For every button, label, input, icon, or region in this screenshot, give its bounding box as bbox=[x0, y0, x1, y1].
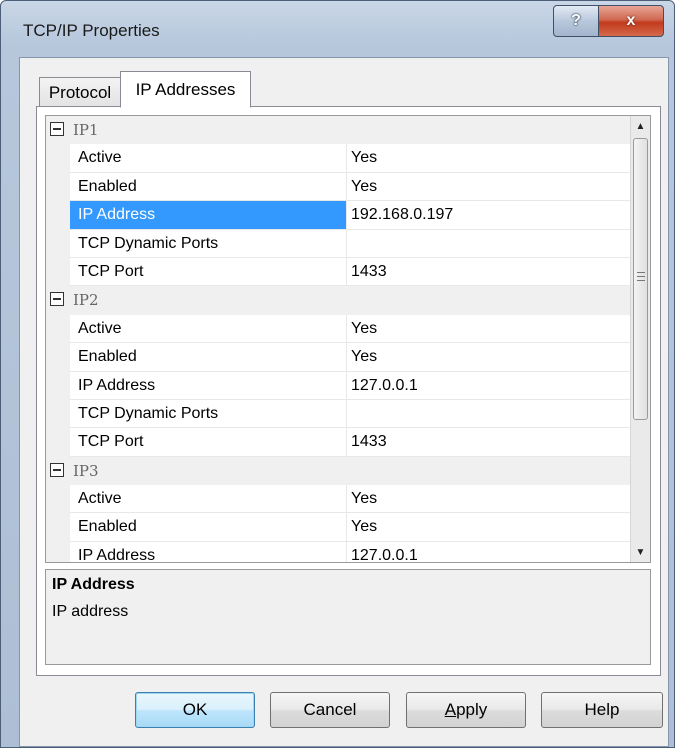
row-gutter bbox=[46, 541, 70, 562]
close-button[interactable]: x bbox=[598, 5, 664, 37]
category-row[interactable]: IP1 bbox=[46, 116, 632, 145]
property-grid: IP1 Active Yes Enabled Yes IP Address 192.168.… bbox=[45, 115, 651, 563]
property-name[interactable]: TCP Port bbox=[70, 428, 346, 457]
collapse-icon[interactable] bbox=[50, 462, 64, 477]
property-name[interactable]: Enabled bbox=[70, 513, 346, 542]
ok-button[interactable]: OK bbox=[135, 692, 255, 728]
property-value[interactable] bbox=[346, 399, 632, 429]
property-name[interactable]: TCP Dynamic Ports bbox=[70, 400, 346, 429]
property-name[interactable]: IP Address bbox=[70, 201, 346, 230]
property-value[interactable]: 127.0.0.1 bbox=[346, 371, 632, 400]
tab-ip-addresses[interactable]: IP Addresses bbox=[120, 71, 251, 108]
scrollbar-thumb[interactable] bbox=[633, 138, 648, 420]
description-text: IP address bbox=[52, 603, 129, 620]
row-gutter bbox=[46, 485, 70, 514]
property-value[interactable]: Yes bbox=[346, 343, 632, 372]
property-row[interactable]: TCP Port 1433 bbox=[46, 257, 632, 287]
property-name[interactable]: Enabled bbox=[70, 173, 346, 202]
row-gutter bbox=[46, 371, 70, 400]
question-mark-icon: ? bbox=[571, 12, 581, 29]
tcpip-properties-dialog: TCP/IP Properties ? x Protocol IP Addres… bbox=[0, 0, 675, 748]
tab-ip-addresses-label: IP Addresses bbox=[135, 79, 236, 99]
property-row[interactable]: Active Yes bbox=[46, 485, 632, 514]
cancel-button[interactable]: Cancel bbox=[270, 692, 390, 728]
vertical-scrollbar[interactable]: ▲ ▼ bbox=[630, 116, 650, 562]
property-name[interactable]: Active bbox=[70, 144, 346, 173]
property-value[interactable]: Yes bbox=[346, 485, 632, 514]
property-value[interactable]: 1433 bbox=[346, 257, 632, 287]
scroll-up-arrow-icon[interactable]: ▲ bbox=[631, 116, 650, 136]
scroll-down-arrow-icon[interactable]: ▼ bbox=[631, 542, 650, 562]
ip-addresses-panel: IP1 Active Yes Enabled Yes IP Address 192.168.… bbox=[36, 106, 661, 676]
property-row[interactable]: TCP Dynamic Ports bbox=[46, 229, 632, 258]
title-bar[interactable]: TCP/IP Properties ? x bbox=[1, 1, 674, 57]
row-gutter bbox=[46, 172, 70, 202]
property-value[interactable]: Yes bbox=[346, 513, 632, 542]
grip-icon bbox=[637, 272, 645, 281]
row-gutter bbox=[46, 229, 70, 258]
category-name: IP2 bbox=[73, 291, 99, 310]
row-gutter bbox=[46, 343, 70, 372]
property-value[interactable]: 1433 bbox=[346, 428, 632, 457]
apply-accelerator: A bbox=[444, 700, 457, 719]
property-value[interactable]: 192.168.0.197 bbox=[346, 201, 632, 230]
tab-protocol[interactable]: Protocol bbox=[39, 77, 121, 107]
description-title: IP Address bbox=[52, 576, 135, 593]
property-value[interactable]: 127.0.0.1 bbox=[346, 541, 632, 562]
row-gutter bbox=[46, 257, 70, 287]
row-gutter bbox=[46, 513, 70, 542]
property-value[interactable]: Yes bbox=[346, 172, 632, 202]
property-name[interactable]: TCP Dynamic Ports bbox=[70, 230, 346, 258]
window-title: TCP/IP Properties bbox=[23, 21, 160, 40]
category-row[interactable]: IP2 bbox=[46, 286, 632, 315]
property-row[interactable]: Enabled Yes bbox=[46, 172, 632, 202]
property-value[interactable]: Yes bbox=[346, 314, 632, 344]
category-row[interactable]: IP3 bbox=[46, 456, 632, 486]
apply-button[interactable]: Apply bbox=[406, 692, 526, 728]
collapse-icon[interactable] bbox=[50, 122, 64, 136]
property-row[interactable]: Active Yes bbox=[46, 314, 632, 344]
property-row[interactable]: Enabled Yes bbox=[46, 513, 632, 542]
description-pane: IP Address IP address bbox=[45, 569, 651, 665]
help-caption-button[interactable]: ? bbox=[553, 5, 599, 37]
close-icon: x bbox=[626, 12, 636, 29]
help-button[interactable]: Help bbox=[541, 692, 663, 728]
apply-label-rest: pply bbox=[456, 700, 488, 719]
property-row[interactable]: IP Address 127.0.0.1 bbox=[46, 541, 632, 562]
property-name[interactable]: Active bbox=[70, 485, 346, 514]
row-gutter bbox=[46, 399, 70, 429]
category-name: IP3 bbox=[73, 461, 99, 480]
property-row[interactable]: Enabled Yes bbox=[46, 343, 632, 372]
property-row[interactable]: Active Yes bbox=[46, 144, 632, 173]
row-gutter bbox=[46, 144, 70, 173]
collapse-icon[interactable] bbox=[50, 292, 64, 307]
property-value[interactable]: Yes bbox=[346, 144, 632, 173]
property-name[interactable]: Active bbox=[70, 315, 346, 344]
property-row[interactable]: IP Address 127.0.0.1 bbox=[46, 371, 632, 400]
category-name: IP1 bbox=[73, 121, 99, 139]
row-gutter bbox=[46, 314, 70, 344]
row-gutter bbox=[46, 201, 70, 230]
property-name[interactable]: IP Address bbox=[70, 372, 346, 400]
dialog-client-area: Protocol IP Addresses IP1 Active Yes Enable… bbox=[19, 57, 669, 747]
property-row[interactable]: TCP Port 1433 bbox=[46, 428, 632, 457]
row-gutter bbox=[46, 428, 70, 457]
property-name[interactable]: Enabled bbox=[70, 343, 346, 372]
property-grid-rows: IP1 Active Yes Enabled Yes IP Address 192.168.… bbox=[46, 116, 632, 562]
property-row[interactable]: IP Address 192.168.0.197 bbox=[46, 201, 632, 230]
property-value[interactable] bbox=[346, 229, 632, 258]
property-row[interactable]: TCP Dynamic Ports bbox=[46, 399, 632, 429]
property-name[interactable]: IP Address bbox=[70, 542, 346, 562]
property-name[interactable]: TCP Port bbox=[70, 258, 346, 287]
tab-protocol-label: Protocol bbox=[48, 82, 112, 102]
